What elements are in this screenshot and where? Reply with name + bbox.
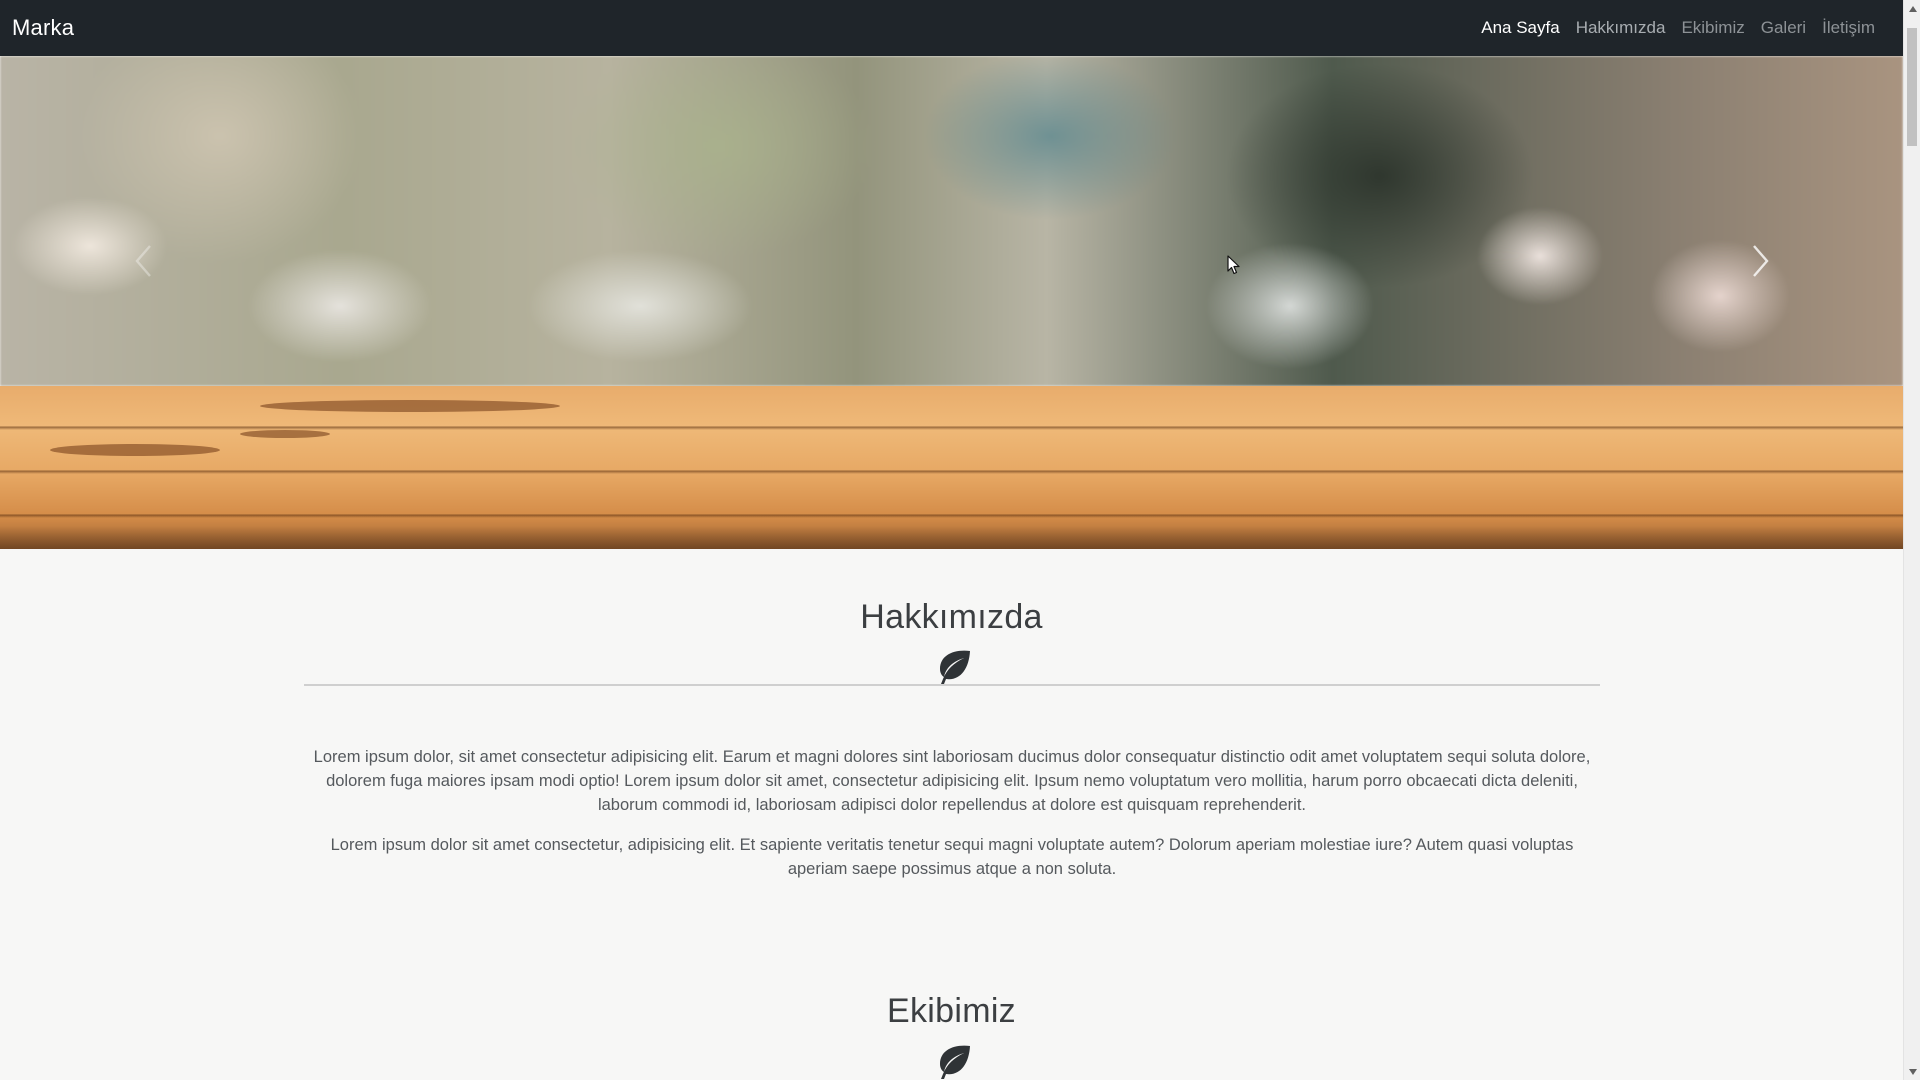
wood-knot <box>240 430 330 438</box>
carousel-prev-button[interactable] <box>134 244 154 278</box>
hero-background-image <box>0 56 1903 386</box>
team-section: Ekibimiz <box>0 992 1903 1031</box>
hero-wooden-table <box>0 386 1903 549</box>
scroll-up-arrow-icon <box>1908 5 1917 12</box>
page: Marka Ana Sayfa Hakkımızda Ekibimiz Gale… <box>0 0 1920 1080</box>
about-paragraph-1: Lorem ipsum dolor, sit amet consectetur … <box>313 748 1591 814</box>
leaf-icon <box>939 650 970 684</box>
chevron-left-icon <box>135 245 151 277</box>
nav-link-ekibimiz[interactable]: Ekibimiz <box>1673 18 1752 38</box>
scroll-thumb[interactable] <box>1907 28 1917 146</box>
scroll-up-button[interactable] <box>1904 0 1920 17</box>
team-leaf-wrap <box>0 1044 1903 1080</box>
scroll-down-arrow-icon <box>1908 1068 1917 1075</box>
hero-carousel <box>0 56 1903 549</box>
wood-knot <box>50 444 220 456</box>
mouse-cursor-icon <box>1227 255 1240 275</box>
nav-link-galeri[interactable]: Galeri <box>1753 18 1814 38</box>
wood-knot <box>260 400 560 412</box>
nav-links: Ana Sayfa Hakkımızda Ekibimiz Galeri İle… <box>1473 18 1883 38</box>
about-paragraph-2: Lorem ipsum dolor sit amet consectetur, … <box>330 836 1574 878</box>
nav-link-iletisim[interactable]: İletişim <box>1814 18 1883 38</box>
chevron-right-icon <box>1753 245 1769 277</box>
about-title: Hakkımızda <box>860 598 1043 636</box>
page-scrollbar[interactable] <box>1903 0 1920 1080</box>
carousel-next-button[interactable] <box>1750 244 1770 278</box>
about-section: Hakkımızda <box>0 598 1903 637</box>
nav-link-hakkimizda[interactable]: Hakkımızda <box>1568 18 1674 38</box>
about-leaf-wrap <box>0 649 1903 685</box>
leaf-icon <box>939 1045 970 1079</box>
scroll-down-button[interactable] <box>1904 1063 1920 1080</box>
navbar: Marka Ana Sayfa Hakkımızda Ekibimiz Gale… <box>0 0 1903 56</box>
brand-logo[interactable]: Marka <box>12 15 74 41</box>
nav-link-ana-sayfa[interactable]: Ana Sayfa <box>1473 18 1567 38</box>
team-title: Ekibimiz <box>887 992 1016 1030</box>
about-divider <box>304 684 1600 686</box>
